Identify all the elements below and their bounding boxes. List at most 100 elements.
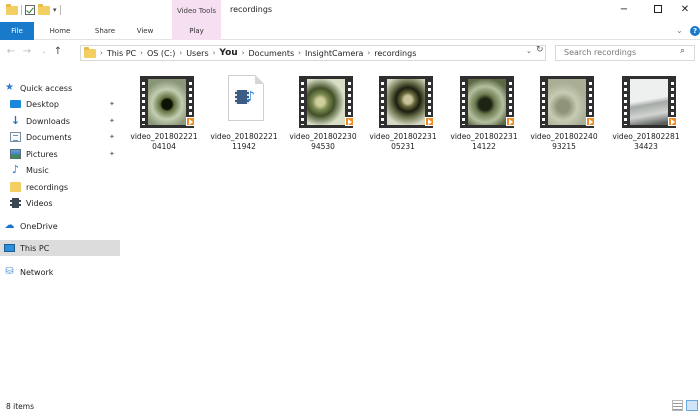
properties-icon[interactable] [25, 5, 35, 15]
chevron-right-icon[interactable]: › [242, 49, 245, 57]
customize-toolbar-dropdown-icon[interactable]: ▾ [53, 6, 57, 14]
tab-file[interactable]: File [0, 22, 34, 40]
search-input[interactable]: Search recordings [555, 45, 695, 61]
file-name: video_201802231 14122 [450, 132, 518, 151]
video-preview-image [630, 79, 668, 125]
status-bar: 8 items [0, 396, 700, 414]
sidebar-item-documents[interactable]: Documents ✦ [0, 129, 120, 145]
media-player-badge-icon [668, 117, 677, 126]
media-file-icon: ♪ [228, 75, 264, 121]
sidebar-item-recordings[interactable]: recordings [0, 179, 120, 195]
toolbar-separator [59, 5, 61, 15]
music-note-icon: ♪ [246, 89, 255, 105]
pin-icon[interactable]: ✦ [109, 100, 115, 108]
refresh-icon[interactable]: ↻ [536, 45, 544, 55]
tab-view[interactable]: View [127, 22, 163, 40]
file-name: video_201802231 05231 [369, 132, 437, 151]
chevron-right-icon[interactable]: › [213, 49, 216, 57]
sidebar-item-label: Quick access [20, 83, 73, 93]
breadcrumb-os-c[interactable]: OS (C:) [147, 49, 175, 58]
sidebar-item-label: Network [20, 267, 54, 277]
minimize-button[interactable]: − [606, 0, 642, 22]
pin-icon[interactable]: ✦ [109, 133, 115, 141]
ribbon-tabs: File Home Share View Play ⌄ ? [0, 22, 700, 40]
documents-icon [10, 132, 21, 142]
sidebar-item-this-pc[interactable]: This PC [0, 240, 120, 256]
file-item[interactable]: video_201802231 14122 [446, 76, 522, 166]
file-item[interactable]: video_201802281 34423 [608, 76, 684, 166]
help-icon[interactable]: ? [690, 26, 700, 36]
downloads-icon: ↓ [10, 114, 21, 127]
back-arrow-icon[interactable]: ← [5, 45, 17, 59]
breadcrumb-insightcamera[interactable]: InsightCamera [305, 49, 364, 58]
quick-access-toolbar: ▾ [6, 3, 61, 15]
chevron-right-icon[interactable]: › [367, 49, 370, 57]
sidebar-item-label: Videos [26, 198, 53, 208]
close-button[interactable]: ✕ [670, 0, 700, 22]
sidebar-item-videos[interactable]: Videos [0, 195, 120, 211]
sidebar-item-music[interactable]: ♪ Music [0, 162, 120, 178]
folder-icon[interactable] [6, 3, 18, 15]
chevron-right-icon[interactable]: › [100, 49, 103, 57]
file-item[interactable]: video_201802230 94530 [285, 76, 361, 166]
toolbar-separator [21, 5, 22, 15]
video-thumbnail [460, 76, 515, 128]
media-player-badge-icon [506, 117, 515, 126]
file-list[interactable]: video_201802221 04104 ♪ video_201802221 11… [122, 66, 700, 396]
chevron-right-icon[interactable]: › [298, 49, 301, 57]
media-player-badge-icon [186, 117, 195, 126]
sidebar-item-quick-access[interactable]: ★ Quick access [0, 80, 120, 96]
file-name: video_201802240 93215 [530, 132, 598, 151]
folder-icon [84, 46, 96, 58]
video-thumbnail [622, 76, 677, 128]
breadcrumb-users[interactable]: Users [186, 49, 208, 58]
file-name: video_201802230 94530 [289, 132, 357, 151]
sidebar-item-desktop[interactable]: Desktop ✦ [0, 96, 120, 112]
search-icon[interactable]: ⌕ [680, 46, 685, 56]
file-item[interactable]: video_201802221 04104 [126, 76, 202, 166]
onedrive-icon: ☁ [4, 220, 15, 231]
address-dropdown-icon[interactable]: ⌄ [526, 47, 532, 55]
new-folder-icon[interactable] [38, 3, 50, 15]
title-bar: ▾ Video Tools recordings − ✕ [0, 0, 700, 22]
sidebar-item-network[interactable]: ⛁ Network [0, 264, 120, 280]
file-name: video_201802221 11942 [210, 132, 278, 151]
file-item[interactable]: ♪ video_201802221 11942 [206, 75, 282, 166]
chevron-right-icon[interactable]: › [179, 49, 182, 57]
sidebar-item-label: Desktop [26, 99, 59, 109]
large-icons-view-icon[interactable] [686, 400, 698, 411]
pin-icon[interactable]: ✦ [109, 150, 115, 158]
file-item[interactable]: video_201802240 93215 [526, 76, 602, 166]
expand-ribbon-chevron-icon[interactable]: ⌄ [676, 26, 683, 35]
chevron-right-icon[interactable]: › [140, 49, 143, 57]
tab-share[interactable]: Share [87, 22, 123, 40]
sidebar-item-label: recordings [26, 182, 69, 192]
navigation-bar: ← → ⌄ ↑ › This PC › OS (C:) › Users › Yo… [0, 40, 700, 66]
breadcrumb-documents[interactable]: Documents [249, 49, 295, 58]
tab-home[interactable]: Home [40, 22, 80, 40]
pin-icon[interactable]: ✦ [109, 117, 115, 125]
sidebar-item-label: Downloads [26, 116, 70, 126]
sidebar-item-pictures[interactable]: Pictures ✦ [0, 146, 120, 162]
media-player-badge-icon [345, 117, 354, 126]
up-arrow-icon[interactable]: ↑ [52, 45, 64, 59]
breadcrumb-you[interactable]: You [219, 48, 237, 58]
maximize-icon [654, 5, 662, 13]
address-bar[interactable]: › This PC › OS (C:) › Users › You › Docu… [80, 45, 546, 61]
sidebar-item-onedrive[interactable]: ☁ OneDrive [0, 218, 120, 234]
sidebar-item-downloads[interactable]: ↓ Downloads ✦ [0, 113, 120, 129]
breadcrumb-this-pc[interactable]: This PC [107, 49, 136, 58]
sidebar-item-label: Music [26, 165, 49, 175]
music-icon: ♪ [11, 163, 20, 176]
sidebar-item-label: Pictures [26, 149, 58, 159]
breadcrumb-recordings[interactable]: recordings [374, 49, 416, 58]
item-count: 8 items [6, 402, 35, 411]
sidebar-item-label: This PC [20, 243, 50, 253]
recent-locations-chevron-icon[interactable]: ⌄ [38, 45, 50, 59]
this-pc-icon [4, 244, 15, 252]
details-view-icon[interactable] [672, 400, 683, 411]
file-item[interactable]: video_201802231 05231 [365, 76, 441, 166]
forward-arrow-icon[interactable]: → [21, 45, 33, 59]
folder-icon [10, 182, 21, 192]
tab-play[interactable]: Play [172, 22, 221, 40]
